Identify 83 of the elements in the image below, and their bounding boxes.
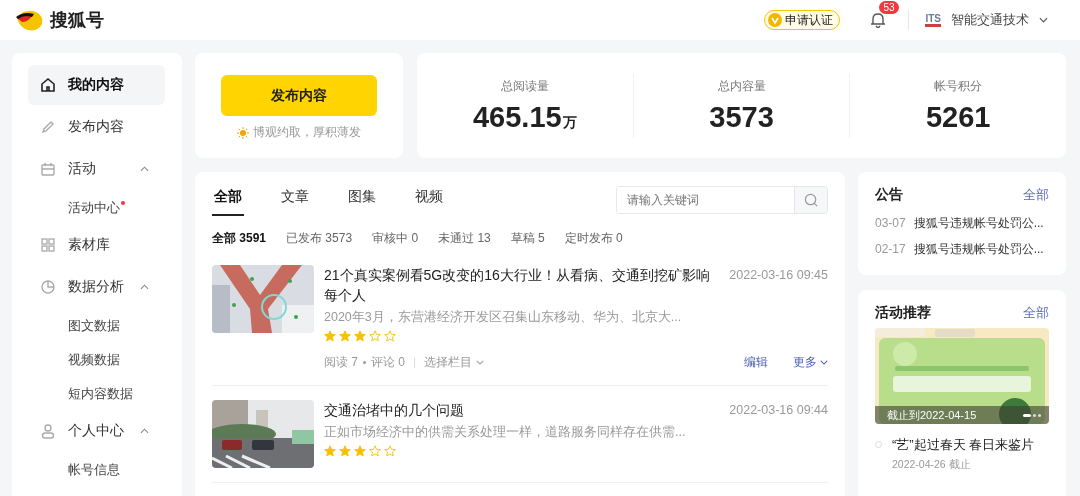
sidebar-subitem[interactable]: 帐号信息 xyxy=(28,453,165,487)
star-icon xyxy=(369,445,381,457)
star-icon xyxy=(384,330,396,342)
notice-date: 03-07 xyxy=(875,215,906,232)
sidebar-item[interactable]: 活动 xyxy=(28,149,165,189)
activity-title[interactable]: “艺”起过春天 春日来鉴片 xyxy=(892,436,1035,454)
more-menu[interactable]: 更多 xyxy=(793,354,828,371)
star-icon xyxy=(324,445,336,457)
stat-value: 465.15万 xyxy=(473,100,577,134)
carousel-dots[interactable] xyxy=(1023,413,1041,417)
stat-value: 3573 xyxy=(709,100,774,134)
home-icon xyxy=(40,77,56,93)
article-date: 2022-03-16 09:45 xyxy=(729,267,828,284)
article-summary: 2020年3月，东营港经济开发区召集山东移动、华为、北京大... xyxy=(324,309,683,326)
view-all-link[interactable]: 全部 xyxy=(1023,186,1049,204)
sidebar-item[interactable]: 个人中心 xyxy=(28,411,165,451)
slogan-text: 博观约取，厚积薄发 xyxy=(253,124,361,141)
edit-link[interactable]: 编辑 xyxy=(744,354,768,371)
notice-date: 02-17 xyxy=(875,241,906,258)
content-tab[interactable]: 文章 xyxy=(279,184,311,216)
chevron-icon[interactable] xyxy=(140,428,149,434)
content-tab[interactable]: 图集 xyxy=(346,184,378,216)
publish-button[interactable]: 发布内容 xyxy=(221,75,377,116)
account-name[interactable]: 智能交通技术 xyxy=(951,11,1029,29)
stat-value: 5261 xyxy=(925,100,991,134)
stat-label: 总内容量 xyxy=(717,77,766,95)
verified-icon xyxy=(768,13,783,27)
notice-link[interactable]: 搜狐号违规帐号处罚公... xyxy=(913,210,1044,236)
chevron-down-icon[interactable] xyxy=(1039,17,1048,23)
read-count: 阅读 7 xyxy=(324,354,358,371)
search-icon[interactable] xyxy=(794,187,827,213)
content-tab[interactable]: 视频 xyxy=(413,184,445,216)
pen-icon xyxy=(40,119,56,135)
star-icon xyxy=(369,330,381,342)
notice-link[interactable]: 搜狐号违规帐号处罚公... xyxy=(913,236,1044,262)
star-icon xyxy=(354,330,366,342)
sidebar-subitem[interactable]: 短内容数据 xyxy=(28,377,165,411)
section-title: 公告 xyxy=(875,186,903,204)
stat-label: 总阅读量 xyxy=(500,77,549,95)
notification-badge: 53 xyxy=(879,1,899,14)
status-filter[interactable]: 未通过 13 xyxy=(438,230,491,247)
sidebar-item[interactable]: 数据分析 xyxy=(28,267,165,307)
sidebar-subitem[interactable]: 活动中心 xyxy=(28,191,165,225)
sidebar-item[interactable]: 我的内容 xyxy=(28,65,165,105)
article-title[interactable]: 21个真实案例看5G改变的16大行业！从看病、交通到挖矿影响每个人 xyxy=(324,265,722,305)
activity-deadline: 2022-04-26 截止 xyxy=(892,458,972,472)
separator-dot xyxy=(363,361,366,364)
star-icon xyxy=(384,445,396,457)
calendar-icon xyxy=(40,161,56,177)
status-filter[interactable]: 审核中 0 xyxy=(372,230,419,247)
sun-icon xyxy=(237,126,249,139)
pie-chart-icon xyxy=(40,279,56,295)
banner-deadline: 截止到2022-04-15 xyxy=(887,407,977,423)
star-icon xyxy=(354,445,366,457)
sidebar-subitem[interactable]: 图文数据 xyxy=(28,309,165,343)
status-filter[interactable]: 已发布 3573 xyxy=(286,230,353,247)
bell-icon[interactable] xyxy=(870,11,887,29)
status-filter[interactable]: 定时发布 0 xyxy=(564,230,623,247)
grid-icon xyxy=(40,237,56,253)
fox-logo-icon xyxy=(14,8,44,32)
section-title: 活动推荐 xyxy=(875,304,931,322)
logo-text: 搜狐号 xyxy=(50,9,104,32)
chevron-down-icon xyxy=(476,360,485,365)
article-date: 2022-03-16 09:44 xyxy=(729,402,828,419)
content-tab[interactable]: 全部 xyxy=(212,184,244,216)
sidebar-item[interactable]: 发布内容 xyxy=(28,107,165,147)
status-filter[interactable]: 全部 3591 xyxy=(212,230,267,247)
star-icon xyxy=(339,445,351,457)
search-field[interactable]: 请输入关键词 xyxy=(616,186,828,214)
verify-button[interactable]: 申请认证 xyxy=(764,10,841,30)
chevron-icon[interactable] xyxy=(140,166,149,172)
chevron-down-icon xyxy=(820,360,828,365)
view-all-link[interactable]: 全部 xyxy=(1023,304,1049,322)
stat-label: 帐号积分 xyxy=(934,77,983,95)
star-icon xyxy=(339,330,351,342)
chevron-icon[interactable] xyxy=(140,284,149,290)
sidebar-subitem[interactable]: 视频数据 xyxy=(28,343,165,377)
comment-count: 评论 0 xyxy=(371,354,406,371)
user-icon xyxy=(40,423,56,439)
star-icon xyxy=(324,330,336,342)
sidebar-item[interactable]: 素材库 xyxy=(28,225,165,265)
status-filter[interactable]: 草稿 5 xyxy=(510,230,545,247)
article-title[interactable]: 交通治堵中的几个问题 xyxy=(324,400,722,420)
